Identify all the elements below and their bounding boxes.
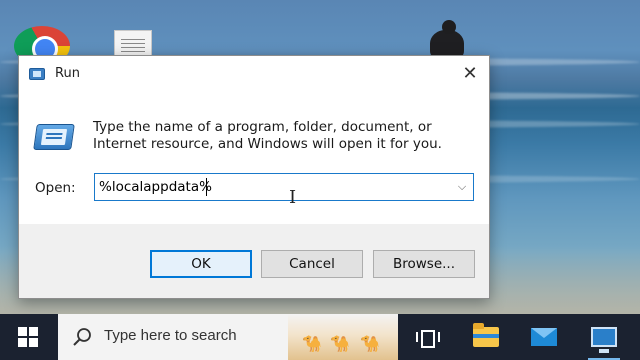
taskbar-search-box[interactable]: Type here to search 🐪 🐪 🐪 xyxy=(58,314,398,360)
search-highlight-art: 🐪 🐪 🐪 xyxy=(288,314,398,360)
remote-desktop-icon xyxy=(591,327,617,353)
window-title: Run xyxy=(55,66,80,81)
folder-icon xyxy=(473,323,499,347)
close-icon: ✕ xyxy=(462,63,478,84)
mail-icon xyxy=(531,328,557,346)
remote-desktop-button[interactable] xyxy=(580,314,628,360)
windows-logo-icon xyxy=(18,327,38,347)
title-bar[interactable]: Run ✕ xyxy=(19,56,489,92)
run-icon xyxy=(29,68,45,80)
search-placeholder: Type here to search xyxy=(104,327,237,344)
run-dialog: Run ✕ Type the name of a program, folder… xyxy=(18,55,490,299)
open-combobox[interactable]: %localappdata% ⌵ xyxy=(94,173,474,201)
file-explorer-button[interactable] xyxy=(462,314,510,360)
taskbar: Type here to search 🐪 🐪 🐪 xyxy=(0,314,640,360)
open-label: Open: xyxy=(35,180,76,196)
cancel-button[interactable]: Cancel xyxy=(261,250,363,278)
browse-button[interactable]: Browse... xyxy=(373,250,475,278)
mail-button[interactable] xyxy=(520,314,568,360)
close-button[interactable]: ✕ xyxy=(451,56,489,92)
task-view-icon xyxy=(416,328,440,348)
description-text: Type the name of a program, folder, docu… xyxy=(93,119,442,152)
open-input-value[interactable]: %localappdata% xyxy=(99,179,212,195)
task-view-button[interactable] xyxy=(402,314,450,360)
ok-button[interactable]: OK xyxy=(150,250,252,278)
search-icon xyxy=(73,328,91,346)
text-caret xyxy=(206,178,207,196)
mouse-cursor-ibeam: I xyxy=(289,187,297,208)
chevron-down-icon[interactable]: ⌵ xyxy=(451,174,473,200)
run-program-icon xyxy=(33,124,75,150)
start-button[interactable] xyxy=(0,314,56,360)
